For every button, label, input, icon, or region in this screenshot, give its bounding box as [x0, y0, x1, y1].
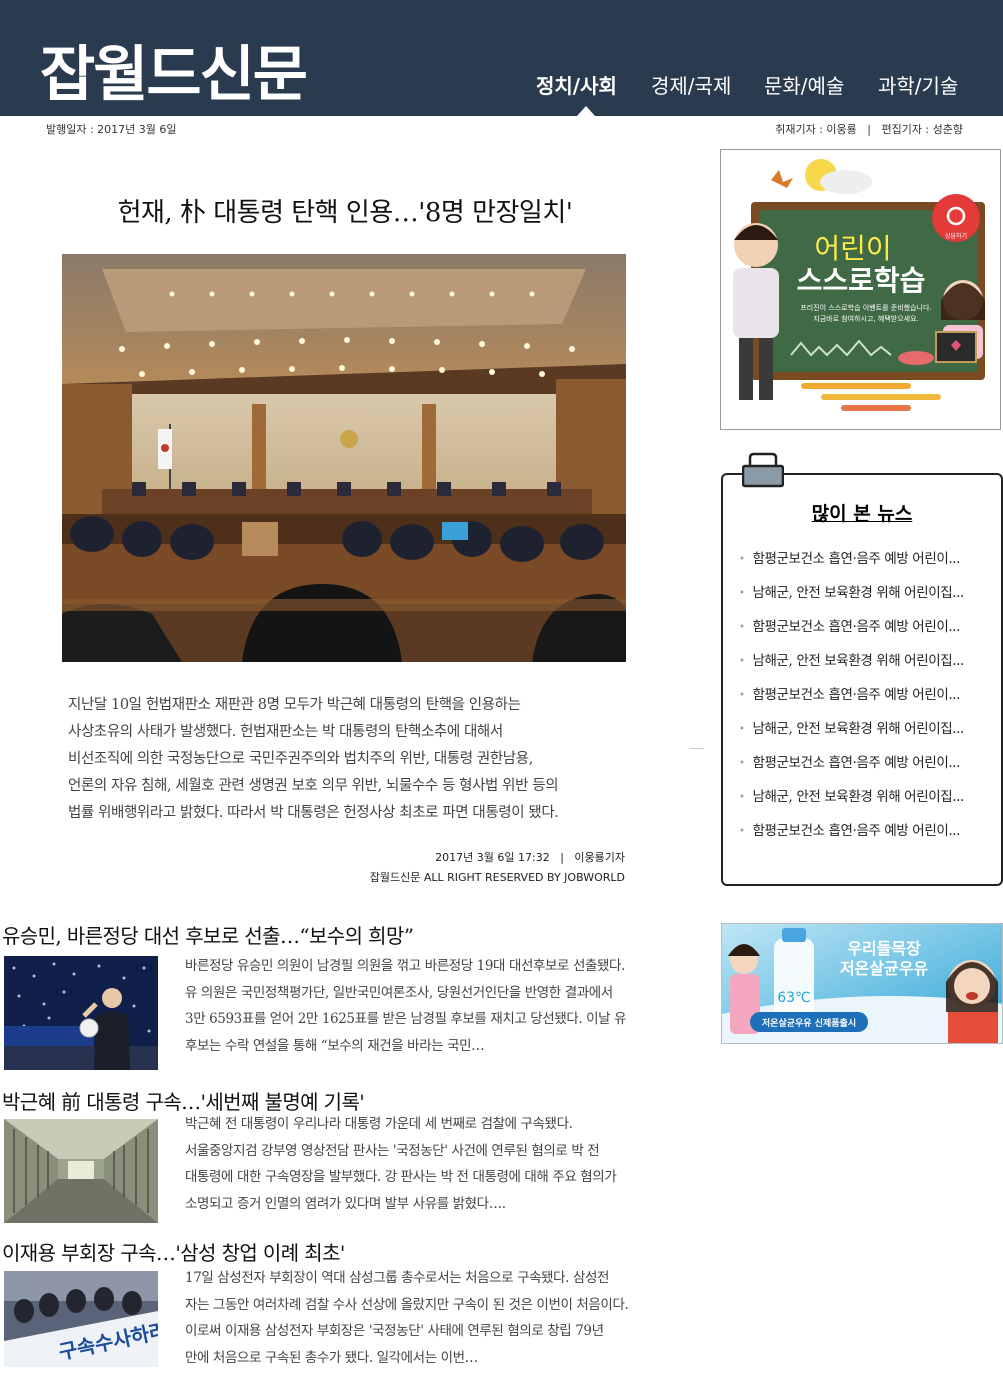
ad2-line-1: 우리들목장: [847, 939, 921, 958]
nav-tab-politics-society[interactable]: 정치/사회: [536, 70, 617, 99]
ad2-bottle-label: 63℃: [777, 990, 811, 1006]
bullet-icon: •: [739, 792, 745, 803]
bullet-icon: •: [739, 588, 745, 599]
popular-news-item[interactable]: • 함평군보건소 흡연·음주 예방 어린이...: [739, 547, 999, 581]
clipboard-tab-icon: [741, 452, 785, 488]
nav-tab-science-tech[interactable]: 과학/기술: [878, 70, 958, 99]
popular-news-item[interactable]: • 함평군보건소 흡연·음주 예방 어린이...: [739, 615, 999, 649]
body-line: 대통령에 대한 구속영장을 발부했다. 강 판사는 박 전 대통령에 대해 주요…: [185, 1169, 617, 1185]
popular-news-box: 많이 본 뉴스 • 함평군보건소 흡연·음주 예방 어린이... • 남해군, 안전…: [721, 473, 1003, 886]
popular-news-item[interactable]: • 함평군보건소 흡연·음주 예방 어린이...: [739, 819, 999, 853]
ad2-cta: 저온살균우유 신제품출시: [762, 1017, 856, 1029]
main-article-body: 지난달 10일 헌법재판소 재판관 8명 모두가 박근혜 대통령의 탄핵을 인용…: [68, 692, 648, 827]
body-line: 언론의 자유 침해, 세월호 관련 생명권 보호 의무 위반, 뇌물수수 등 형…: [68, 778, 559, 794]
body-line: 서울중앙지검 강부영 영상전담 판사는 '국정농단' 사건에 연루된 혐의로 박…: [185, 1142, 600, 1159]
bullet-icon: •: [739, 724, 745, 735]
sub-article-3-thumb[interactable]: 구속수사하라!: [4, 1271, 158, 1367]
body-line: 바른정당 유승민 의원이 남경필 의원을 꺾고 바른정당 19대 대선후보로 선…: [185, 958, 625, 974]
nav-tab-economy-international[interactable]: 경제/국제: [651, 70, 731, 99]
sub-article-2-body: 박근혜 전 대통령이 우리나라 대통령 가운데 세 번째로 검찰에 구속됐다. …: [185, 1111, 685, 1217]
main-nav: 정치/사회 경제/국제 문화/예술 과학/기술: [0, 70, 1003, 116]
ad2-line-2: 저온살균우유: [840, 959, 929, 978]
body-line: 법률 위배행위라고 밝혔다. 따라서 박 대통령은 헌정사상 최초로 파면 대통…: [68, 805, 559, 821]
popular-news-item[interactable]: • 남해군, 안전 보육환경 위해 어린이집...: [739, 649, 999, 683]
body-line: 3만 6593표를 얻어 2만 1625표를 받은 남경필 후보를 재치고 당선…: [185, 1011, 627, 1027]
main-article-byline: 2017년 3월 6일 17:32 | 이웅룡기자 잡월드신문 ALL RIGH…: [370, 848, 625, 888]
body-line: 비선조직에 의한 국정농단으로 국민주권주의와 법치주의 위반, 대통령 권한남…: [68, 751, 533, 767]
ad1-badge: 상담하기: [945, 232, 967, 240]
ad1-desc-2: 지금바로 참여하시고, 혜택받으세요.: [813, 314, 919, 323]
body-line: 만에 처음으로 구속된 총수가 됐다. 일각에서는 이번…: [185, 1349, 478, 1366]
sub-article-1-title[interactable]: 유승민, 바른정당 대선 후보로 선출…“보수의 희망”: [2, 920, 414, 949]
sub-article-3-body: 17일 삼성전자 부회장이 역대 삼성그룹 총수로서는 처음으로 구속됐다. 삼…: [185, 1265, 685, 1371]
body-line: 지난달 10일 헌법재판소 재판관 8명 모두가 박근혜 대통령의 탄핵을 인용…: [68, 697, 521, 713]
ad1-title-1: 어린이: [814, 232, 891, 265]
popular-news-item[interactable]: • 남해군, 안전 보육환경 위해 어린이집...: [739, 581, 999, 615]
sub-article-1-body: 바른정당 유승민 의원이 남경필 의원을 꺾고 바른정당 19대 대선후보로 선…: [185, 953, 685, 1059]
popular-news-item[interactable]: • 함평군보건소 흡연·음주 예방 어린이...: [739, 751, 999, 785]
bullet-icon: •: [739, 758, 745, 769]
popular-news-list: • 함평군보건소 흡연·음주 예방 어린이... • 남해군, 안전 보육환경 위해…: [739, 547, 999, 853]
body-line: 이로써 이재용 삼성전자 부회장은 '국정농단' 사태에 연루된 혐의로 창립 …: [185, 1323, 604, 1339]
bullet-icon: •: [739, 622, 745, 633]
courtroom-photo: [62, 254, 626, 662]
sub-article-1-thumb[interactable]: [4, 956, 158, 1070]
reporter-credits: 취재기자 : 이웅룡 | 편집기자 : 성춘향: [775, 123, 963, 136]
ad1-desc-1: 프리진이 스스로학습 이벤트를 준비했습니다.: [800, 303, 931, 312]
main-headline[interactable]: 헌재, 朴 대통령 탄핵 인용…'8명 만장일치': [60, 192, 630, 229]
ad1-title-2: 스스로학습: [797, 264, 926, 297]
body-line: 유 의원은 국민정책평가단, 일반국민여론조사, 당원선거인단을 반영한 결과에…: [185, 984, 613, 1001]
byline-copyright: 잡월드신문 ALL RIGHT RESERVED BY JOBWORLD: [369, 871, 625, 884]
popular-news-item[interactable]: • 함평군보건소 흡연·음주 예방 어린이...: [739, 683, 999, 717]
kids-learning-ad[interactable]: 어린이 스스로학습 프리진이 스스로학습 이벤트를 준비했습니다. 지금바로 참…: [720, 149, 1001, 430]
active-tab-indicator: [577, 106, 595, 116]
body-line: 후보는 수락 연설을 통해 “보수의 재건을 바라는 국민…: [185, 1037, 485, 1054]
popular-news-item[interactable]: • 남해군, 안전 보육환경 위해 어린이집...: [739, 717, 999, 751]
body-line: 소명되고 증거 인멸의 염려가 있다며 발부 사유를 밝혔다….: [185, 1195, 506, 1212]
divider: [690, 748, 704, 749]
bullet-icon: •: [739, 690, 745, 701]
sub-article-2-thumb[interactable]: [4, 1119, 158, 1223]
bullet-icon: •: [739, 656, 745, 667]
bullet-icon: •: [739, 826, 745, 837]
nav-tab-culture-arts[interactable]: 문화/예술: [764, 70, 844, 99]
byline-date-author: 2017년 3월 6일 17:32 | 이웅룡기자: [435, 851, 625, 864]
body-line: 박근혜 전 대통령이 우리나라 대통령 가운데 세 번째로 검찰에 구속됐다.: [185, 1116, 573, 1132]
publish-date: 발행일자 : 2017년 3월 6일: [46, 123, 177, 136]
bullet-icon: •: [739, 554, 745, 565]
milk-ad[interactable]: 63℃ 저온살균우유 신제품출시 우리들목장 저온살균우유: [721, 923, 1003, 1044]
sub-article-3-title[interactable]: 이재용 부회장 구속…'삼성 창업 이례 최초': [2, 1237, 345, 1266]
body-line: 사상초유의 사태가 발생했다. 헌법재판소는 박 대통령의 탄핵소추에 대해서: [68, 724, 503, 740]
popular-news-title: 많이 본 뉴스: [811, 503, 913, 525]
body-line: 자는 그동안 여러차례 검찰 수사 선상에 올랐지만 구속이 된 것은 이번이 …: [185, 1296, 629, 1313]
body-line: 17일 삼성전자 부회장이 역대 삼성그룹 총수로서는 처음으로 구속됐다. 삼…: [185, 1270, 610, 1286]
popular-news-item[interactable]: • 남해군, 안전 보육환경 위해 어린이집...: [739, 785, 999, 819]
